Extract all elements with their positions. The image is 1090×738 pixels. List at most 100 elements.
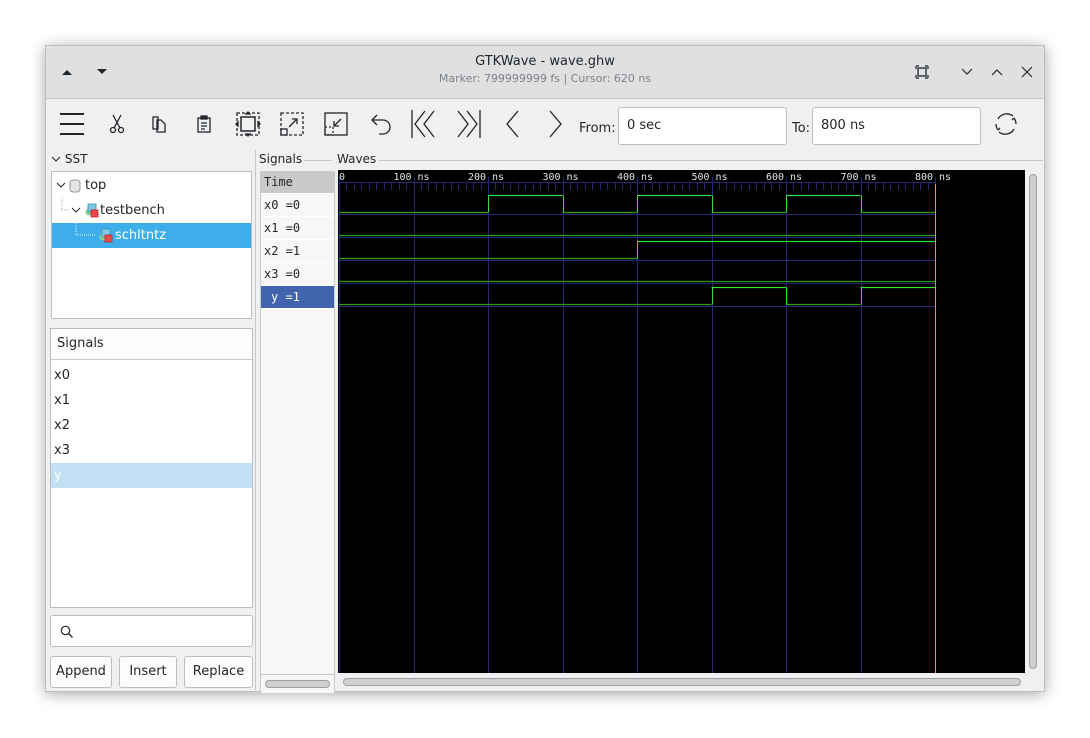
pane-splitter[interactable] (255, 150, 256, 690)
waves-vscrollbar[interactable] (1029, 174, 1037, 669)
tick-label: 700 (840, 172, 858, 183)
goto-end-button[interactable] (451, 107, 485, 141)
window-subtitle: Marker: 799999999 fs | Cursor: 620 ns (438, 72, 652, 85)
title-bar: GTKWave - wave.ghw Marker: 799999999 fs … (46, 46, 1044, 99)
tick-label: 300 (542, 172, 560, 183)
zoom-fit-icon (235, 111, 261, 137)
tree-item-testbench[interactable]: testbench (52, 198, 251, 223)
menu-button[interactable] (55, 107, 89, 141)
chevron-up-icon (991, 69, 1003, 76)
chevron-down-icon (961, 68, 973, 75)
tick-unit-label: ns (939, 172, 951, 183)
tree-label: testbench (100, 203, 165, 218)
zoom-in-button[interactable] (275, 107, 309, 141)
database-icon (69, 179, 81, 193)
undo-button[interactable] (364, 107, 398, 141)
main-window: GTKWave - wave.ghw Marker: 799999999 fs … (45, 45, 1045, 693)
fullscreen-icon (915, 65, 929, 79)
tree-label: top (85, 178, 107, 193)
paste-icon (197, 115, 211, 133)
sst-expander[interactable]: SST (51, 152, 87, 166)
tree-item-top[interactable]: top (52, 173, 251, 198)
signal-name-row[interactable]: x2 =1 (261, 240, 334, 263)
zoom-out-button[interactable] (319, 107, 353, 141)
paste-button[interactable] (187, 107, 221, 141)
time-header: Time (261, 171, 334, 194)
next-button[interactable] (539, 107, 573, 141)
signal-name-row[interactable]: x0 =0 (261, 194, 334, 217)
tick-unit-label: ns (567, 172, 579, 183)
signals-name-column: Time x0 =0 x1 =0 x2 =1 x3 =0 y =1 (260, 171, 335, 693)
sst-tree: top testbench schltntz (51, 171, 252, 319)
signals-frame: Signals Time x0 =0 x1 =0 x2 =1 x3 =0 y =… (257, 150, 335, 693)
copy-button[interactable] (142, 107, 176, 141)
tick-unit-label: ns (418, 172, 430, 183)
search-input[interactable] (50, 615, 253, 647)
tick-label: 100 (393, 172, 411, 183)
zoom-in-icon (280, 112, 304, 136)
wave-canvas[interactable]: 0 100 ns 200 ns 300 ns 400 ns 500 ns 600 ns 700 ns 800 n… (338, 170, 1025, 673)
tick-unit-label: ns (716, 172, 728, 183)
search-icon (60, 625, 73, 638)
tick-label: 600 (766, 172, 784, 183)
close-icon (1021, 66, 1033, 78)
minimize-button[interactable] (955, 60, 979, 84)
window-title: GTKWave - wave.ghw (475, 54, 615, 69)
reload-button[interactable] (989, 107, 1023, 141)
close-button[interactable] (1015, 60, 1039, 84)
waveform-plot[interactable]: 0 100 ns 200 ns 300 ns 400 ns 500 ns 600 ns 700 ns 800 n… (338, 170, 1025, 673)
chevron-down-icon[interactable] (71, 207, 81, 214)
cut-button[interactable] (100, 107, 134, 141)
signal-name-row[interactable]: x1 =0 (261, 217, 334, 240)
tick-unit-label: ns (790, 172, 802, 183)
tick-label: 0 (339, 172, 345, 183)
first-icon (411, 110, 435, 138)
signals-list: Signals x0 x1 x2 x3 y (50, 328, 253, 608)
prev-button[interactable] (495, 107, 529, 141)
to-input[interactable]: 800 ns (812, 107, 981, 145)
signals-frame-label: Signals (259, 152, 305, 166)
goto-start-button[interactable] (407, 107, 441, 141)
module-icon (99, 228, 113, 243)
chevron-down-icon[interactable] (56, 182, 66, 189)
from-input[interactable]: 0 sec (618, 107, 787, 145)
signal-name-row[interactable]: x3 =0 (261, 263, 334, 286)
waves-hscrollbar[interactable] (343, 678, 1021, 686)
tick-label: 800 (915, 172, 933, 183)
tick-unit-label: ns (641, 172, 653, 183)
tick-unit-label: ns (865, 172, 877, 183)
toolbar: From: 0 sec To: 800 ns (46, 99, 1044, 147)
signal-list-item[interactable]: x2 (51, 413, 252, 438)
signal-list-item[interactable]: x0 (51, 363, 252, 388)
chevron-down-icon (51, 156, 61, 162)
from-label: From: (579, 121, 616, 136)
copy-icon (152, 116, 166, 133)
cut-icon (109, 114, 125, 134)
signal-list-item[interactable]: y (51, 463, 252, 488)
zoom-out-icon (324, 112, 348, 136)
reload-icon (995, 113, 1017, 135)
signal-list-item[interactable]: x1 (51, 388, 252, 413)
tree-item-schltntz[interactable]: schltntz (52, 223, 251, 248)
append-button[interactable]: Append (50, 656, 112, 688)
menu-icon (60, 113, 84, 135)
insert-button[interactable]: Insert (119, 656, 177, 688)
sst-label: SST (64, 152, 88, 166)
waves-frame-label: Waves (337, 152, 379, 166)
to-label: To: (792, 121, 811, 136)
signals-hscrollbar[interactable] (265, 680, 330, 688)
chevron-right-icon (549, 110, 562, 138)
signal-name-row-selected[interactable]: y =1 (261, 286, 334, 309)
undo-icon (371, 114, 391, 135)
chevron-left-icon (506, 110, 519, 138)
signals-list-header[interactable]: Signals (51, 329, 252, 360)
tick-unit-label: ns (492, 172, 504, 183)
module-icon (85, 203, 99, 218)
replace-button[interactable]: Replace (184, 656, 253, 688)
tree-label: schltntz (115, 228, 167, 243)
maximize-button[interactable] (985, 60, 1009, 84)
tick-label: 400 (617, 172, 635, 183)
fullscreen-button[interactable] (910, 60, 934, 84)
zoom-fit-button[interactable] (231, 107, 265, 141)
signal-list-item[interactable]: x3 (51, 438, 252, 463)
